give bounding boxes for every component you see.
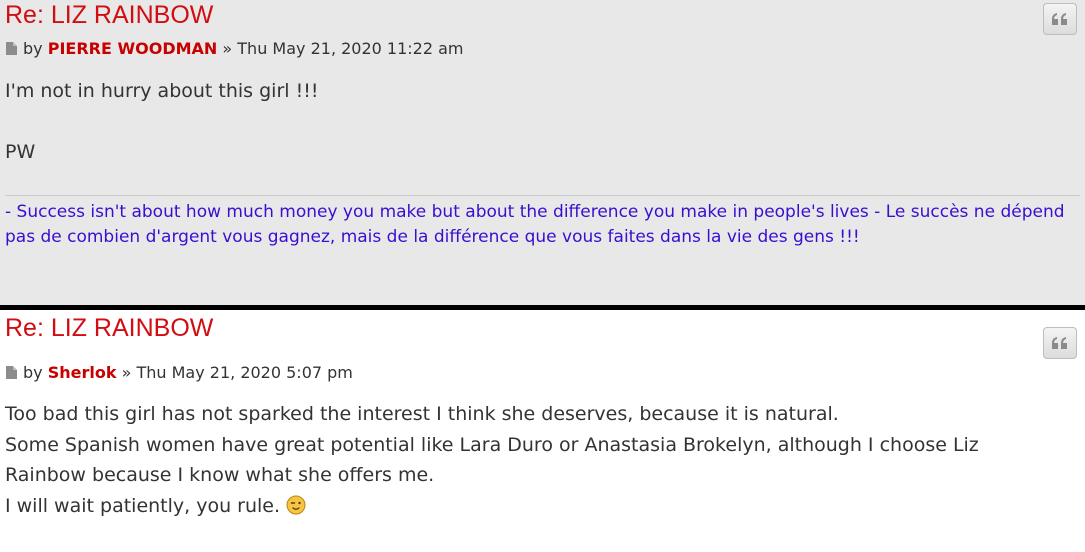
- author-link[interactable]: Sherlok: [48, 363, 117, 382]
- quote-button[interactable]: [1043, 3, 1077, 35]
- by-label: by: [23, 363, 43, 382]
- by-label: by: [23, 39, 43, 58]
- signature-divider: [5, 195, 1080, 196]
- post-2: Re: LIZ RAINBOW by Sherlok » Thu May 21,…: [0, 310, 1085, 552]
- post-meta: by Sherlok » Thu May 21, 2020 5:07 pm: [6, 363, 353, 383]
- quote-icon: [1052, 13, 1067, 25]
- content-line: Rainbow because I know what she offers m…: [5, 464, 435, 486]
- wink-smiley-icon: [286, 495, 306, 514]
- post-content: Too bad this girl has not sparked the in…: [5, 399, 979, 521]
- separator: »: [222, 39, 233, 58]
- content-line-last: I will wait patiently, you rule.: [5, 491, 979, 522]
- signature: - Success isn't about how much money you…: [5, 202, 1065, 247]
- quote-button[interactable]: [1043, 327, 1077, 359]
- content-line: Some Spanish women have great potential …: [5, 433, 979, 456]
- post-1: Re: LIZ RAINBOW by PIERRE WOODMAN » Thu …: [0, 0, 1085, 305]
- post-date: Thu May 21, 2020 5:07 pm: [136, 363, 353, 382]
- content-line: I'm not in hurry about this girl !!!: [5, 80, 319, 102]
- post-icon[interactable]: [6, 366, 17, 379]
- post-icon[interactable]: [6, 42, 17, 55]
- author-link[interactable]: PIERRE WOODMAN: [48, 39, 218, 58]
- post-title[interactable]: Re: LIZ RAINBOW: [5, 313, 213, 343]
- content-line: [5, 107, 318, 138]
- content-line: PW: [5, 141, 36, 163]
- post-title[interactable]: Re: LIZ RAINBOW: [5, 0, 213, 30]
- post-content: I'm not in hurry about this girl !!! PW: [5, 76, 318, 168]
- post-meta: by PIERRE WOODMAN » Thu May 21, 2020 11:…: [6, 39, 464, 59]
- content-text: I will wait patiently, you rule.: [5, 494, 281, 517]
- content-line: Too bad this girl has not sparked the in…: [5, 403, 839, 425]
- post-date: Thu May 21, 2020 11:22 am: [237, 39, 464, 58]
- quote-icon: [1052, 337, 1067, 349]
- separator: »: [121, 363, 132, 382]
